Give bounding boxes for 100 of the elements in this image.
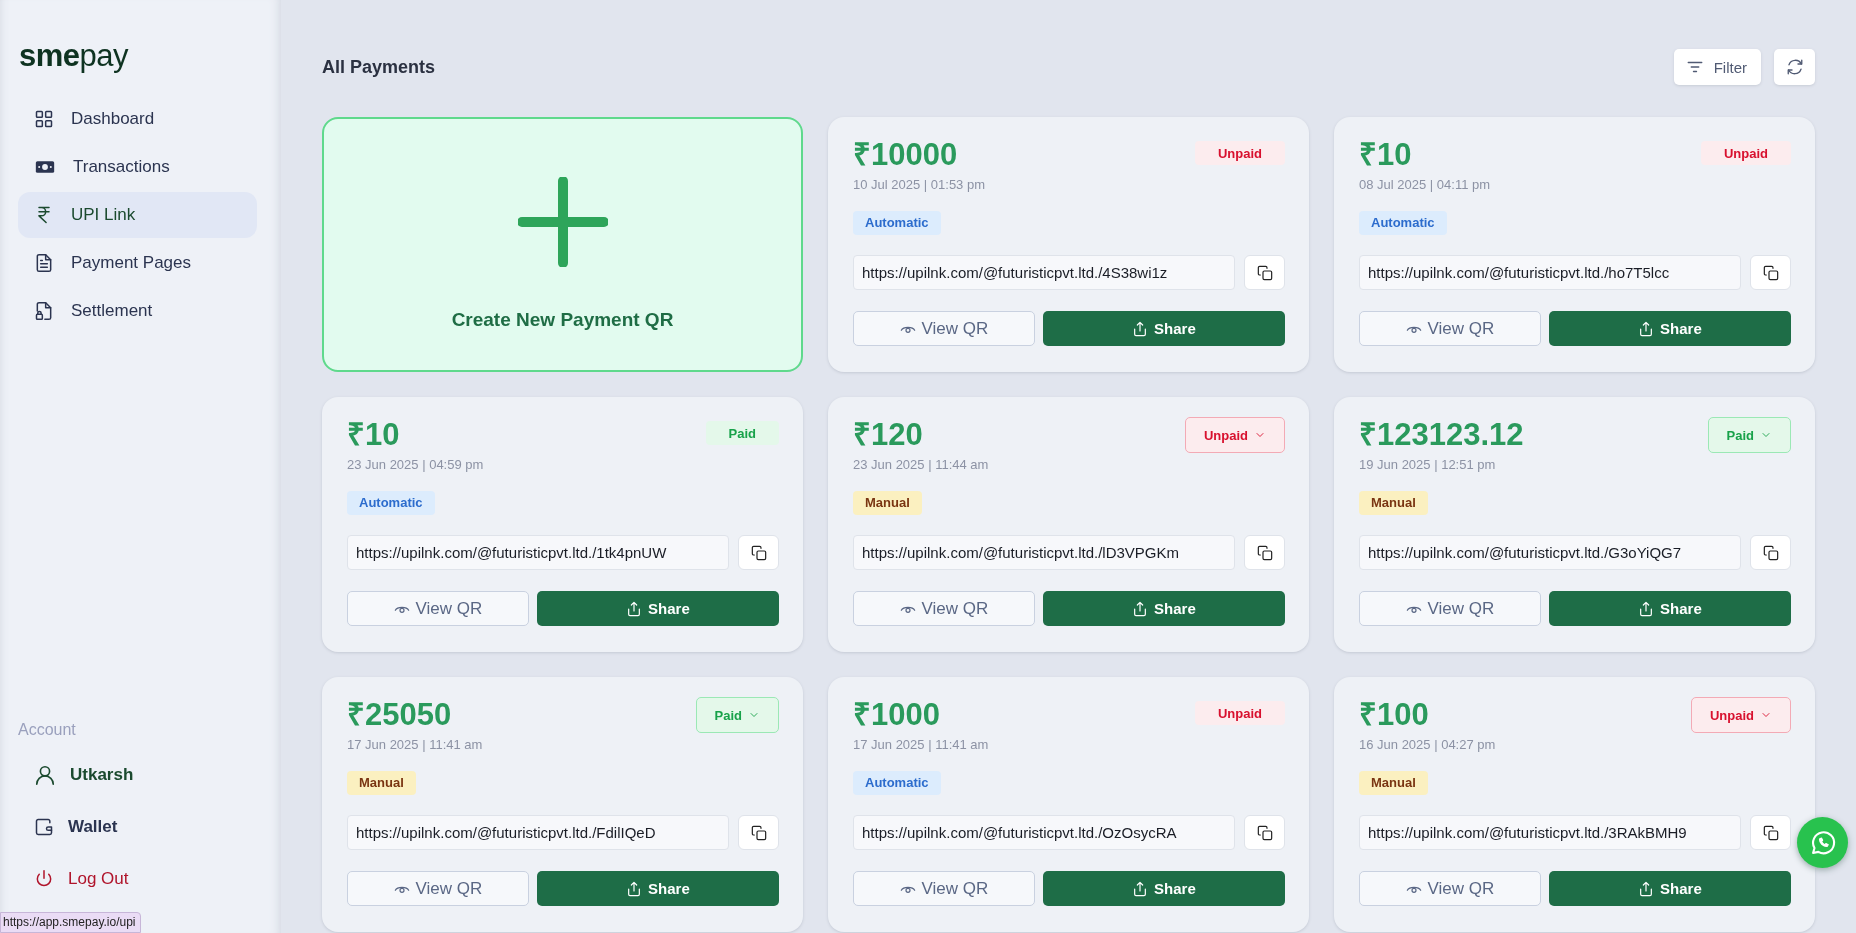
copy-icon — [1256, 544, 1273, 561]
nav-item[interactable]: Dashboard — [18, 96, 257, 142]
link-field[interactable]: https://upilnk.com/@futuristicpvt.ltd./G3oYiQG7 — [1359, 535, 1741, 570]
share-button[interactable]: Share — [1042, 591, 1285, 626]
copy-icon — [1762, 264, 1779, 281]
mode-tag: Automatic — [853, 771, 941, 795]
copy-icon — [750, 544, 767, 561]
amount: ₹123123.12 — [1359, 417, 1524, 453]
share-icon — [1132, 320, 1149, 337]
status-badge: Paid — [705, 421, 779, 445]
amount: ₹100 — [1359, 697, 1429, 733]
share-icon — [1132, 600, 1149, 617]
status-badge: Unpaid — [1700, 141, 1791, 165]
view-qr-button[interactable]: View QR — [347, 871, 529, 906]
document-icon — [34, 253, 54, 273]
user-icon — [34, 764, 56, 786]
date-time: 23 Jun 2025 | 04:59 pm — [347, 457, 484, 472]
share-icon — [626, 600, 643, 617]
link-field[interactable]: https://upilnk.com/@futuristicpvt.ltd./lD3VPGKm — [853, 535, 1235, 570]
copy-button[interactable] — [738, 815, 779, 850]
filter-button[interactable]: Filter — [1673, 49, 1761, 85]
nav-item[interactable]: Transactions — [18, 144, 257, 190]
copy-icon — [1762, 824, 1779, 841]
share-button[interactable]: Share — [536, 871, 779, 906]
nav-item[interactable]: Payment Pages — [18, 240, 257, 286]
view-qr-button[interactable]: View QR — [853, 311, 1035, 346]
link-field[interactable]: https://upilnk.com/@futuristicpvt.ltd./4S38wi1z — [853, 255, 1235, 290]
wallet-icon — [34, 817, 54, 837]
share-button[interactable]: Share — [1548, 591, 1791, 626]
amount: ₹25050 — [347, 697, 452, 733]
amount: ₹10 — [347, 417, 400, 453]
account-item[interactable]: Log Out — [18, 853, 257, 905]
view-qr-button[interactable]: View QR — [1359, 311, 1541, 346]
share-button[interactable]: Share — [536, 591, 779, 626]
nav-item[interactable]: UPI Link — [18, 192, 257, 238]
share-button[interactable]: Share — [1042, 311, 1285, 346]
amount: ₹10 — [1359, 137, 1412, 173]
status-badge: Unpaid — [1194, 141, 1285, 165]
date-time: 17 Jun 2025 | 11:41 am — [853, 737, 989, 752]
power-icon — [34, 869, 54, 889]
copy-icon — [1256, 824, 1273, 841]
link-field[interactable]: https://upilnk.com/@futuristicpvt.ltd./1tk4pnUW — [347, 535, 729, 570]
plus-icon — [517, 177, 608, 267]
copy-button[interactable] — [1244, 255, 1285, 290]
copy-button[interactable] — [738, 535, 779, 570]
share-icon — [1638, 880, 1655, 897]
status-url: https://app.smepay.io/upi — [0, 912, 141, 933]
status-badge: Unpaid — [1194, 701, 1285, 725]
mode-tag: Automatic — [1359, 211, 1447, 235]
copy-button[interactable] — [1750, 815, 1791, 850]
link-field[interactable]: https://upilnk.com/@futuristicpvt.ltd./FdilIQeD — [347, 815, 729, 850]
section-heading: Account — [18, 721, 77, 739]
copy-icon — [1762, 544, 1779, 561]
share-button[interactable]: Share — [1042, 871, 1285, 906]
account-item[interactable]: Wallet — [18, 801, 257, 853]
amount: ₹120 — [853, 417, 923, 453]
copy-button[interactable] — [1244, 815, 1285, 850]
link-field[interactable]: https://upilnk.com/@futuristicpvt.ltd./OzOsycRA — [853, 815, 1235, 850]
view-qr-button[interactable]: View QR — [1359, 591, 1541, 626]
view-qr-button[interactable]: View QR — [1359, 871, 1541, 906]
status-dropdown[interactable]: Unpaid — [1184, 417, 1285, 453]
mode-tag: Manual — [347, 771, 416, 795]
mode-tag: Manual — [853, 491, 922, 515]
copy-button[interactable] — [1244, 535, 1285, 570]
link-field[interactable]: https://upilnk.com/@futuristicpvt.ltd./3RAkBMH9 — [1359, 815, 1741, 850]
share-button[interactable]: Share — [1548, 311, 1791, 346]
share-button[interactable]: Share — [1548, 871, 1791, 906]
account-item[interactable]: Utkarsh — [18, 749, 257, 801]
amount: ₹1000 — [853, 697, 940, 733]
share-icon — [626, 880, 643, 897]
mode-tag: Manual — [1359, 771, 1428, 795]
refresh-icon — [1785, 58, 1804, 76]
date-time: 19 Jun 2025 | 12:51 pm — [1359, 457, 1496, 472]
date-time: 17 Jun 2025 | 11:41 am — [347, 737, 483, 752]
share-icon — [1638, 600, 1655, 617]
mode-tag: Automatic — [853, 211, 941, 235]
date-time: 16 Jun 2025 | 04:27 pm — [1359, 737, 1496, 752]
view-qr-button[interactable]: View QR — [853, 871, 1035, 906]
copy-icon — [750, 824, 767, 841]
share-icon — [1132, 880, 1149, 897]
copy-icon — [1256, 264, 1273, 281]
mode-tag: Automatic — [347, 491, 435, 515]
refresh-button[interactable] — [1774, 49, 1815, 85]
date-time: 08 Jul 2025 | 04:11 pm — [1359, 177, 1491, 192]
logo[interactable]: smepay — [18, 38, 129, 74]
copy-button[interactable] — [1750, 255, 1791, 290]
create-card[interactable]: Create New Payment QR — [322, 117, 803, 372]
date-time: 10 Jul 2025 | 01:53 pm — [853, 177, 986, 192]
date-time: 23 Jun 2025 | 11:44 am — [853, 457, 989, 472]
amount: ₹10000 — [853, 137, 958, 173]
status-dropdown[interactable]: Unpaid — [1690, 697, 1791, 733]
view-qr-button[interactable]: View QR — [347, 591, 529, 626]
view-qr-button[interactable]: View QR — [853, 591, 1035, 626]
mode-tag: Manual — [1359, 491, 1428, 515]
nav-item[interactable]: Settlement — [18, 288, 257, 334]
link-field[interactable]: https://upilnk.com/@futuristicpvt.ltd./ho7T5lcc — [1359, 255, 1741, 290]
grid-icon — [34, 109, 54, 129]
share-icon — [1638, 320, 1655, 337]
copy-button[interactable] — [1750, 535, 1791, 570]
file-lock-icon — [34, 301, 54, 321]
